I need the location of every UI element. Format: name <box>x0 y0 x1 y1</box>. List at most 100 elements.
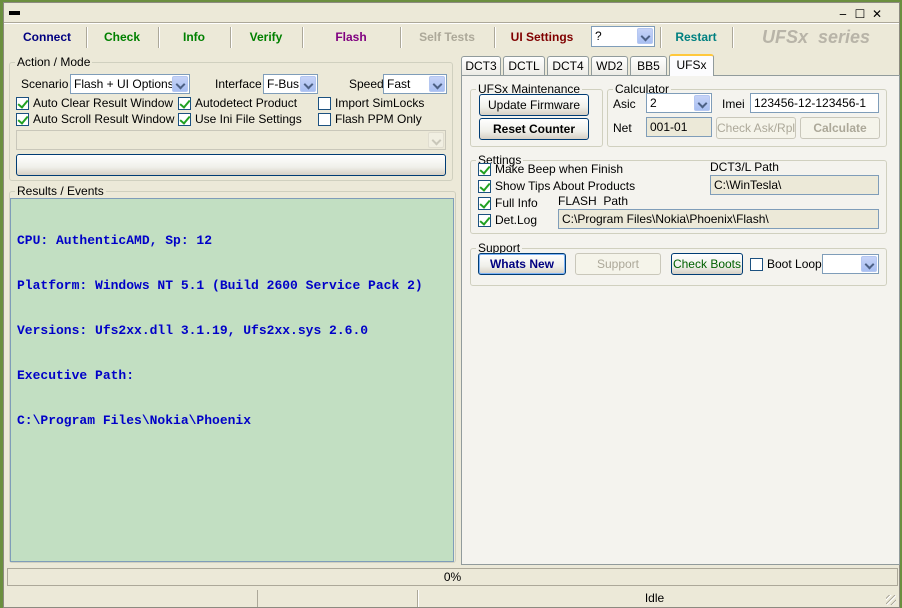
import-simlocks-checkbox[interactable]: Import SimLocks <box>318 97 424 111</box>
status-bar: Idle <box>7 590 898 607</box>
checkbox-label: Use Ini File Settings <box>195 112 302 126</box>
progress-text: 0% <box>443 570 462 584</box>
checkbox-label: Boot Loop <box>767 257 822 271</box>
autodetect-product-checkbox[interactable]: Autodetect Product <box>178 97 297 111</box>
calculate-button[interactable]: Calculate <box>800 117 880 139</box>
connect-button[interactable]: Connect <box>12 27 82 48</box>
whats-new-button[interactable]: Whats New <box>478 253 566 275</box>
checkbox-box[interactable] <box>478 197 491 210</box>
question-select[interactable]: ? <box>591 26 655 47</box>
product-select[interactable] <box>16 130 446 150</box>
det-log-checkbox[interactable]: Det.Log <box>478 214 537 228</box>
chevron-down-icon[interactable] <box>637 28 653 44</box>
brand-logo: UFSx series <box>761 27 871 47</box>
chevron-down-icon[interactable] <box>861 256 877 272</box>
dct3-path-label: DCT3/L Path <box>710 160 779 174</box>
scenario-select[interactable]: Flash + UI Options <box>70 74 190 94</box>
log-line: CPU: AuthenticAMD, Sp: 12 <box>17 233 213 248</box>
net-label: Net <box>613 121 632 135</box>
system-menu-icon[interactable] <box>9 11 20 15</box>
checkbox-label: Auto Scroll Result Window <box>33 112 175 126</box>
restart-button[interactable]: Restart <box>664 27 728 48</box>
results-log[interactable]: CPU: AuthenticAMD, Sp: 12 Platform: Wind… <box>10 198 454 562</box>
checkbox-label: Import SimLocks <box>335 96 425 110</box>
checkbox-box[interactable] <box>318 97 331 110</box>
full-info-checkbox[interactable]: Full Info <box>478 197 538 211</box>
tab-dct3[interactable]: DCT3 <box>461 56 501 75</box>
ufsx-tab-panel <box>461 75 900 565</box>
imei-field[interactable]: 123456-12-123456-1 <box>750 93 879 113</box>
make-beep-checkbox[interactable]: Make Beep when Finish <box>478 163 623 177</box>
checkbox-box[interactable] <box>16 97 29 110</box>
scenario-label: Scenario <box>21 77 69 91</box>
dct3-path-field[interactable]: C:\WinTesla\ <box>710 175 879 195</box>
check-boots-button[interactable]: Check Boots <box>671 253 743 275</box>
auto-scroll-checkbox[interactable]: Auto Scroll Result Window <box>16 113 174 127</box>
flash-button[interactable]: Flash <box>306 27 396 48</box>
checkbox-box[interactable] <box>318 113 331 126</box>
log-line: Executive Path: <box>17 368 135 383</box>
action-mode-legend: Action / Mode <box>17 55 91 69</box>
check-button[interactable]: Check <box>90 27 154 48</box>
resize-grip-icon[interactable] <box>886 595 896 605</box>
tab-dct4[interactable]: DCT4 <box>547 56 589 75</box>
chevron-down-icon[interactable] <box>300 76 316 92</box>
checkbox-box[interactable] <box>478 163 491 176</box>
checkbox-box[interactable] <box>478 180 491 193</box>
checkbox-box[interactable] <box>750 258 763 271</box>
asic-value: 2 <box>650 96 657 110</box>
checkbox-box[interactable] <box>478 214 491 227</box>
checkbox-box[interactable] <box>16 113 29 126</box>
close-icon[interactable]: ✕ <box>870 7 884 21</box>
interface-label: Interface <box>215 77 262 91</box>
self-tests-button[interactable]: Self Tests <box>404 27 490 48</box>
interface-value: F-Bus <box>267 77 300 91</box>
info-button[interactable]: Info <box>162 27 226 48</box>
update-firmware-button[interactable]: Update Firmware <box>479 94 589 116</box>
log-line: Platform: Windows NT 5.1 (Build 2600 Ser… <box>17 278 423 293</box>
interface-select[interactable]: F-Bus <box>263 74 318 94</box>
checkbox-label: Det.Log <box>495 213 538 227</box>
action-button[interactable] <box>16 154 446 176</box>
use-ini-checkbox[interactable]: Use Ini File Settings <box>178 113 302 127</box>
tab-bb5[interactable]: BB5 <box>630 56 667 75</box>
reset-counter-button[interactable]: Reset Counter <box>479 118 589 140</box>
auto-clear-checkbox[interactable]: Auto Clear Result Window <box>16 97 173 111</box>
app-window: ‒ ☐ ✕ Connect Check Info Verify Flash Se… <box>3 2 900 608</box>
chevron-down-icon[interactable] <box>172 76 188 92</box>
checkbox-box[interactable] <box>178 97 191 110</box>
title-bar: ‒ ☐ ✕ <box>4 3 899 23</box>
checkbox-box[interactable] <box>178 113 191 126</box>
chevron-down-icon[interactable] <box>429 76 445 92</box>
boot-loop-checkbox[interactable]: Boot Loop <box>750 258 822 272</box>
speed-label: Speed <box>349 77 384 91</box>
asic-select[interactable]: 2 <box>646 93 712 113</box>
ui-settings-button[interactable]: UI Settings <box>498 27 586 48</box>
tab-ufsx[interactable]: UFSx <box>669 54 714 76</box>
checkbox-label: Show Tips About Products <box>495 179 636 193</box>
check-ask-rpl-button[interactable]: Check Ask/Rpl <box>716 117 796 139</box>
verify-button[interactable]: Verify <box>234 27 298 48</box>
tab-dctl[interactable]: DCTL <box>503 56 545 75</box>
flash-path-field[interactable]: C:\Program Files\Nokia\Phoenix\Flash\ <box>558 209 879 229</box>
chevron-down-icon[interactable] <box>694 95 710 111</box>
checkbox-label: Flash PPM Only <box>335 112 422 126</box>
asic-label: Asic <box>613 97 636 111</box>
maximize-icon[interactable]: ☐ <box>853 7 867 21</box>
boot-loop-select[interactable] <box>822 254 879 274</box>
support-button[interactable]: Support <box>575 253 661 275</box>
progress-bar: 0% <box>7 568 898 586</box>
chevron-down-icon[interactable] <box>428 132 444 148</box>
tab-wd2[interactable]: WD2 <box>591 56 628 75</box>
checkbox-label: Auto Clear Result Window <box>33 96 174 110</box>
flash-ppm-only-checkbox[interactable]: Flash PPM Only <box>318 113 422 127</box>
log-line: Versions: Ufs2xx.dll 3.1.19, Ufs2xx.sys … <box>17 323 369 338</box>
net-field[interactable]: 001-01 <box>646 117 712 137</box>
minimize-icon[interactable]: ‒ <box>836 7 850 21</box>
flash-path-label: FLASH Path <box>558 194 629 208</box>
speed-value: Fast <box>387 77 411 91</box>
show-tips-checkbox[interactable]: Show Tips About Products <box>478 180 635 194</box>
imei-label: Imei <box>722 97 745 111</box>
speed-select[interactable]: Fast <box>383 74 447 94</box>
checkbox-label: Autodetect Product <box>195 96 298 110</box>
